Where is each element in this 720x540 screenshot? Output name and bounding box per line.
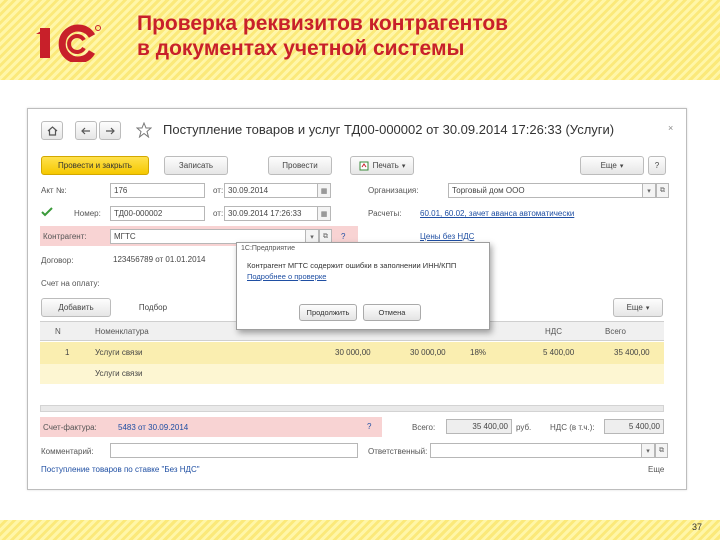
row-amount: 30 000,00: [410, 348, 446, 357]
row-vat-rate: 18%: [470, 348, 487, 357]
number-field[interactable]: ТД00-000002: [110, 206, 205, 221]
contract-label: Договор:: [41, 256, 74, 265]
post-and-close-button[interactable]: Провести и закрыть: [41, 156, 149, 175]
slide-title-line1: Проверка реквизитов контрагентов: [137, 12, 509, 35]
number-label: Номер:: [74, 209, 101, 218]
vat-included-label: НДС (в т.ч.):: [550, 423, 595, 432]
checkmark-icon: [41, 207, 53, 217]
invoice-link[interactable]: 5483 от 30.09.2014: [118, 423, 188, 432]
horizontal-scrollbar[interactable]: [40, 405, 664, 412]
column-header-total[interactable]: Всего: [605, 327, 626, 336]
responsible-label: Ответственный:: [368, 447, 428, 456]
pick-button[interactable]: Подбор: [123, 298, 183, 317]
calendar-icon[interactable]: ▦: [318, 183, 331, 198]
slide-title: Проверка реквизитов контрагентов в докум…: [137, 11, 508, 61]
comment-label: Комментарий:: [41, 447, 94, 456]
column-header-item[interactable]: Номенклатура: [95, 327, 149, 336]
slide-footer: [0, 520, 720, 540]
check-details-link[interactable]: Подробнее о проверке: [247, 272, 326, 281]
row-item: Услуги связи: [95, 369, 143, 378]
cancel-button[interactable]: Отмена: [363, 304, 421, 321]
warning-dialog: 1С:Предприятие Контрагент МГТС содержит …: [236, 242, 490, 330]
1c-logo-icon: [36, 24, 101, 62]
act-no-label: Акт №:: [41, 186, 67, 195]
calculations-link[interactable]: 60.01, 60.02, зачет аванса автоматически: [420, 209, 574, 218]
app-window: Поступление товаров и услуг ТД00-000002 …: [27, 108, 687, 490]
print-button[interactable]: Печать ▾: [350, 156, 414, 175]
write-button[interactable]: Записать: [164, 156, 228, 175]
act-no-field[interactable]: 176: [110, 183, 205, 198]
open-icon[interactable]: ⧉: [655, 443, 668, 458]
total-label: Всего:: [412, 423, 436, 432]
add-row-button[interactable]: Добавить: [41, 298, 111, 317]
arrow-left-icon: [81, 127, 90, 134]
chevron-down-icon[interactable]: ▾: [643, 183, 656, 198]
more-button[interactable]: Еще ▾: [580, 156, 644, 175]
help-button[interactable]: ?: [648, 156, 666, 175]
contract-field[interactable]: 123456789 от 01.01.2014: [110, 253, 235, 268]
row-number: 1: [65, 348, 70, 357]
organization-label: Организация:: [368, 186, 419, 195]
page-number: 37: [691, 522, 702, 532]
document-kt-icon: [359, 161, 369, 170]
invoice-help-link[interactable]: ?: [367, 422, 371, 431]
chevron-down-icon[interactable]: ▾: [642, 443, 655, 458]
more-label: Еще: [600, 161, 617, 170]
column-header-vat[interactable]: НДС: [545, 327, 562, 336]
act-date-label: от:: [213, 186, 224, 195]
home-icon: [47, 125, 57, 136]
forward-button[interactable]: [99, 121, 121, 140]
back-button[interactable]: [75, 121, 97, 140]
continue-button[interactable]: Продолжить: [299, 304, 357, 321]
dialog-message: Контрагент МГТС содержит ошибки в заполн…: [247, 261, 457, 270]
chevron-down-icon: ▾: [401, 162, 406, 170]
total-value: 35 400,00: [446, 419, 512, 434]
chevron-down-icon: ▾: [645, 304, 650, 312]
vat-rate-note-link[interactable]: Поступление товаров по ставке "Без НДС": [41, 465, 200, 474]
bottom-more-button[interactable]: Еще: [648, 465, 664, 474]
vat-included-value: 5 400,00: [604, 419, 664, 434]
arrow-right-icon: [106, 127, 115, 134]
print-label: Печать: [372, 161, 399, 170]
invoice-label: Счет-фактура:: [43, 423, 97, 432]
comment-field[interactable]: [110, 443, 358, 458]
close-icon[interactable]: ×: [668, 123, 673, 133]
table-more-button[interactable]: Еще ▾: [613, 298, 663, 317]
act-date-field[interactable]: 30.09.2014: [224, 183, 318, 198]
slide-header: Проверка реквизитов контрагентов в докум…: [0, 0, 720, 80]
currency-label: руб.: [516, 423, 532, 432]
row-item: Услуги связи: [95, 348, 143, 357]
open-icon[interactable]: ⧉: [656, 183, 669, 198]
counterparty-label: Контрагент:: [43, 232, 87, 241]
table-row[interactable]: 1 Услуги связи 30 000,00 30 000,00 18% 5…: [40, 342, 664, 364]
row-total: 35 400,00: [614, 348, 650, 357]
post-button[interactable]: Провести: [268, 156, 332, 175]
dialog-title: 1С:Предприятие: [241, 245, 296, 252]
calendar-icon[interactable]: ▦: [318, 206, 331, 221]
star-icon[interactable]: [136, 122, 152, 138]
counterparty-help-link[interactable]: ?: [341, 232, 345, 241]
invoice-payment-label: Счет на оплату:: [41, 279, 100, 288]
row-sum: 30 000,00: [335, 348, 371, 357]
row-vat: 5 400,00: [543, 348, 575, 357]
calculations-label: Расчеты:: [368, 209, 402, 218]
column-header-n[interactable]: N: [55, 327, 61, 336]
vat-prices-link[interactable]: Цены без НДС: [420, 232, 474, 241]
organization-field[interactable]: Торговый дом ООО: [448, 183, 643, 198]
table-more-label: Еще: [626, 303, 643, 312]
document-title: Поступление товаров и услуг ТД00-000002 …: [163, 122, 615, 137]
table-row[interactable]: Услуги связи: [40, 364, 664, 384]
responsible-field[interactable]: [430, 443, 642, 458]
number-date-label: от:: [213, 209, 224, 218]
slide-title-line2: в документах учетной системы: [137, 37, 465, 60]
chevron-down-icon: ▾: [619, 162, 624, 170]
number-date-field[interactable]: 30.09.2014 17:26:33: [224, 206, 318, 221]
home-button[interactable]: [41, 121, 63, 140]
